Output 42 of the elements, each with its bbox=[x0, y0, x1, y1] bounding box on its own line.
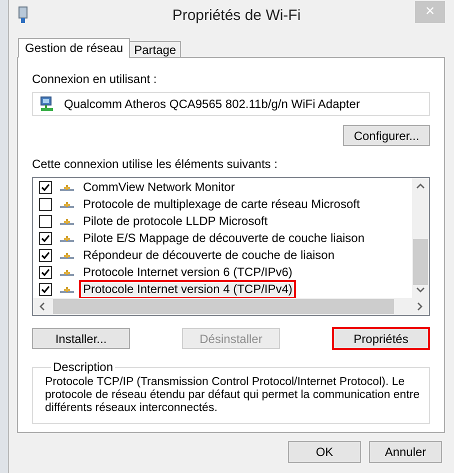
protocol-icon bbox=[60, 184, 74, 192]
components-label: Cette connexion utilise les éléments suivants : bbox=[32, 157, 278, 171]
tab[interactable]: Partage bbox=[129, 41, 182, 58]
description-title: Description bbox=[52, 360, 114, 374]
window-title: Propriétés de Wi-Fi bbox=[171, 6, 302, 24]
protocol-icon bbox=[60, 234, 74, 242]
checkbox[interactable] bbox=[39, 181, 52, 194]
scroll-down-icon[interactable] bbox=[416, 287, 425, 293]
checkbox[interactable] bbox=[39, 232, 52, 245]
dialog-button[interactable]: Annuler bbox=[369, 441, 442, 463]
configure-button[interactable]: Configurer... bbox=[343, 125, 430, 146]
action-button[interactable]: Installer... bbox=[32, 328, 130, 349]
checkbox[interactable] bbox=[39, 198, 52, 211]
scroll-right-icon[interactable] bbox=[417, 302, 423, 311]
vertical-scrollbar[interactable] bbox=[412, 178, 429, 298]
protocol-icon bbox=[60, 268, 74, 276]
protocol-icon bbox=[60, 200, 74, 208]
checkbox[interactable] bbox=[39, 283, 52, 296]
list-item[interactable]: Pilote de protocole LLDP Microsoft bbox=[79, 212, 272, 231]
protocol-icon bbox=[60, 286, 74, 294]
checkbox[interactable] bbox=[39, 266, 52, 279]
scroll-left-icon[interactable] bbox=[39, 302, 45, 311]
list-item[interactable]: CommView Network Monitor bbox=[79, 178, 239, 197]
list-item[interactable]: Protocole Internet version 6 (TCP/IPv6) bbox=[79, 263, 296, 282]
list-item[interactable]: Répondeur de découverte de couche de liaison bbox=[79, 246, 339, 265]
network-card-icon bbox=[39, 96, 55, 112]
action-button[interactable]: Propriétés bbox=[332, 327, 430, 350]
connection-label: Connexion en utilisant : bbox=[32, 72, 158, 86]
network-adapter-icon bbox=[18, 6, 28, 24]
description-text: Protocole TCP/IP (Transmission Control Protocol/Internet Protocol). Le protocole de réseau étendu par défaut qui permet la communication entre différents réseaux interconnectés. bbox=[45, 376, 421, 415]
checkbox[interactable] bbox=[39, 249, 52, 262]
horizontal-scrollbar[interactable] bbox=[33, 298, 429, 315]
list-item[interactable]: Pilote E/S Mappage de découverte de couche liaison bbox=[79, 229, 369, 248]
list-item[interactable]: Protocole de multiplexage de carte réseau Microsoft bbox=[79, 195, 364, 214]
adapter-name: Qualcomm Atheros QCA9565 802.11b/g/n WiFi Adapter bbox=[64, 97, 360, 111]
list-item[interactable]: Protocole Internet version 4 (TCP/IPv4) bbox=[79, 280, 296, 299]
tab[interactable]: Gestion de réseau bbox=[18, 38, 130, 58]
protocol-icon bbox=[60, 252, 74, 260]
protocol-icon bbox=[60, 218, 74, 226]
scroll-up-icon[interactable] bbox=[416, 183, 425, 189]
dialog-button[interactable]: OK bbox=[288, 441, 361, 463]
checkbox[interactable] bbox=[39, 215, 52, 228]
